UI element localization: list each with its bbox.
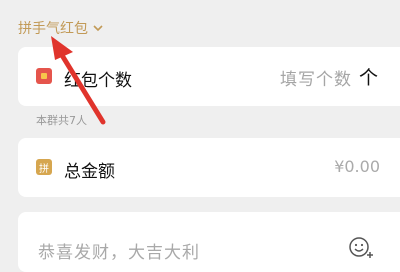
packet-count-unit: 个	[358, 67, 378, 89]
packet-count-row[interactable]: 红包个数 填写个数 个	[18, 47, 400, 106]
packet-type-selector[interactable]: 拼手气红包	[18, 18, 104, 38]
red-packet-icon	[36, 68, 52, 84]
total-amount-input[interactable]: ¥0.00	[334, 157, 380, 176]
total-amount-label: 总金额	[64, 162, 115, 182]
greeting-row[interactable]: 恭喜发财，大吉大利	[18, 212, 400, 272]
packet-count-label: 红包个数	[64, 71, 132, 91]
group-member-hint: 本群共7人	[36, 114, 87, 127]
pin-badge-icon: 拼	[36, 159, 52, 175]
total-amount-row[interactable]: 拼 总金额 ¥0.00	[18, 138, 400, 197]
greeting-input[interactable]: 恭喜发财，大吉大利	[38, 238, 200, 263]
packet-type-label: 拼手气红包	[18, 21, 88, 37]
chevron-down-icon	[93, 25, 103, 32]
packet-count-input[interactable]: 填写个数	[280, 65, 352, 90]
